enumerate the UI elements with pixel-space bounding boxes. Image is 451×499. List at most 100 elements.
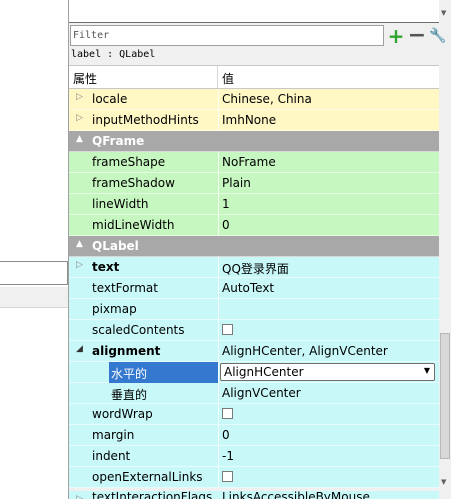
property-row[interactable]: wordWrap xyxy=(69,404,439,425)
filter-input[interactable]: Filter xyxy=(70,25,384,46)
column-separator xyxy=(218,278,219,299)
section-title: QLabel xyxy=(92,239,139,253)
property-scrollbar[interactable]: ▼ xyxy=(439,65,451,499)
property-name: wordWrap xyxy=(92,407,153,421)
property-value[interactable]: Plain xyxy=(222,176,251,190)
property-row[interactable]: frameShape NoFrame xyxy=(69,152,439,173)
property-name: text xyxy=(92,260,120,274)
scroll-down-arrow-icon[interactable]: ▼ xyxy=(441,9,446,17)
property-name: frameShape xyxy=(92,155,166,169)
minus-icon[interactable]: − xyxy=(407,25,427,47)
property-value[interactable]: 0 xyxy=(222,218,230,232)
object-inspector-list[interactable] xyxy=(69,0,439,23)
section-header-qlabel[interactable]: ▲ QLabel xyxy=(69,236,439,257)
property-editor: ▼ Filter + − 🔧 label : QLabel 属性 值 ▷ loca… xyxy=(69,0,451,499)
column-separator xyxy=(218,404,219,425)
property-name: 水平的 xyxy=(111,367,148,381)
column-separator xyxy=(218,320,219,341)
property-row[interactable]: midLineWidth 0 xyxy=(69,215,439,236)
header-value[interactable]: 值 xyxy=(222,70,234,87)
property-name: textFormat xyxy=(92,281,158,295)
property-value[interactable]: 0 xyxy=(222,428,230,442)
property-name: lineWidth xyxy=(92,197,149,211)
property-checkbox[interactable] xyxy=(222,408,233,419)
expand-arrow-icon[interactable]: ▷ xyxy=(76,260,83,270)
property-row[interactable]: indent -1 xyxy=(69,446,439,467)
property-value[interactable]: Chinese, China xyxy=(222,92,312,106)
expand-arrow-icon[interactable]: ▷ xyxy=(76,92,83,102)
left-strip xyxy=(0,287,68,308)
property-value[interactable]: AlignHCenter, AlignVCenter xyxy=(222,344,388,358)
expand-arrow-icon[interactable]: ▷ xyxy=(76,113,83,123)
column-separator xyxy=(218,446,219,467)
property-row[interactable]: 垂直的 AlignVCenter xyxy=(69,383,439,404)
property-row[interactable]: margin 0 xyxy=(69,425,439,446)
collapse-arrow-icon[interactable]: ▲ xyxy=(76,134,83,144)
collapse-arrow-icon[interactable]: ◢ xyxy=(76,344,83,354)
section-header-qframe[interactable]: ▲ QFrame xyxy=(69,131,439,152)
column-separator xyxy=(218,152,219,173)
property-row[interactable]: ▷ text QQ登录界面 xyxy=(69,257,439,278)
property-rows: ▷ locale Chinese, China ▷ inputMethodHints Im… xyxy=(69,89,439,488)
property-name: alignment xyxy=(92,344,161,358)
property-row[interactable]: 水平的 AlignHCenter ▼ xyxy=(69,362,439,383)
property-value[interactable]: AlignVCenter xyxy=(222,386,301,400)
property-value[interactable]: 1 xyxy=(222,197,230,211)
left-pane xyxy=(0,0,68,499)
column-separator xyxy=(218,215,219,236)
expand-arrow-icon[interactable]: ▷ xyxy=(76,494,83,499)
header-property[interactable]: 属性 xyxy=(73,70,97,87)
property-name: 垂直的 xyxy=(111,388,148,402)
property-row[interactable]: ▷ locale Chinese, China xyxy=(69,89,439,110)
chevron-down-icon[interactable]: ▼ xyxy=(424,366,430,375)
property-row[interactable]: textFormat AutoText xyxy=(69,278,439,299)
property-name: indent xyxy=(92,449,131,463)
property-value[interactable]: AutoText xyxy=(222,281,274,295)
filter-toolbar: Filter + − 🔧 xyxy=(69,25,451,47)
property-name: pixmap xyxy=(92,302,137,316)
object-class-label: label : QLabel xyxy=(71,49,156,60)
property-checkbox[interactable] xyxy=(222,324,233,335)
property-value[interactable]: NoFrame xyxy=(222,155,276,169)
header-separator[interactable] xyxy=(217,66,218,88)
property-value[interactable]: ImhNone xyxy=(222,113,276,127)
property-name: textInteractionFlags xyxy=(92,491,213,499)
property-row[interactable]: scaledContents xyxy=(69,320,439,341)
column-separator xyxy=(218,173,219,194)
column-separator xyxy=(218,110,219,131)
collapse-arrow-icon[interactable]: ▲ xyxy=(76,239,83,249)
property-checkbox[interactable] xyxy=(222,471,233,482)
property-name: frameShadow xyxy=(92,176,175,190)
property-row[interactable]: openExternalLinks xyxy=(69,467,439,488)
left-input-box[interactable] xyxy=(0,261,68,285)
scroll-down-arrow-icon[interactable]: ▼ xyxy=(441,478,446,486)
property-name: scaledContents xyxy=(92,323,185,337)
property-row[interactable]: frameShadow Plain xyxy=(69,173,439,194)
column-separator xyxy=(218,257,219,278)
combobox-value: AlignHCenter xyxy=(224,365,304,379)
property-name: inputMethodHints xyxy=(92,113,199,127)
property-value[interactable]: LinksAccessibleByMouse xyxy=(222,491,370,499)
column-separator xyxy=(218,425,219,446)
property-name: locale xyxy=(92,92,128,106)
plus-icon[interactable]: + xyxy=(386,26,406,46)
top-scrollbar[interactable]: ▼ xyxy=(439,0,451,22)
property-name: margin xyxy=(92,428,135,442)
property-name: midLineWidth xyxy=(92,218,175,232)
column-separator xyxy=(218,467,219,488)
property-row[interactable]: lineWidth 1 xyxy=(69,194,439,215)
column-separator xyxy=(218,383,219,404)
scrollbar-thumb[interactable] xyxy=(440,333,450,459)
property-row[interactable]: ◢ alignment AlignHCenter, AlignVCenter xyxy=(69,341,439,362)
property-row[interactable]: pixmap xyxy=(69,299,439,320)
column-separator xyxy=(218,362,219,383)
column-separator xyxy=(218,299,219,320)
alignment-combobox[interactable]: AlignHCenter ▼ xyxy=(220,363,435,381)
wrench-icon[interactable]: 🔧 xyxy=(428,26,448,46)
property-value[interactable]: QQ登录界面 xyxy=(222,260,289,277)
section-title: QFrame xyxy=(92,134,145,148)
partial-property-row[interactable]: ▷ textInteractionFlags LinksAccessibleBy… xyxy=(69,491,439,499)
column-separator xyxy=(218,89,219,110)
property-row[interactable]: ▷ inputMethodHints ImhNone xyxy=(69,110,439,131)
property-value[interactable]: -1 xyxy=(222,449,234,463)
